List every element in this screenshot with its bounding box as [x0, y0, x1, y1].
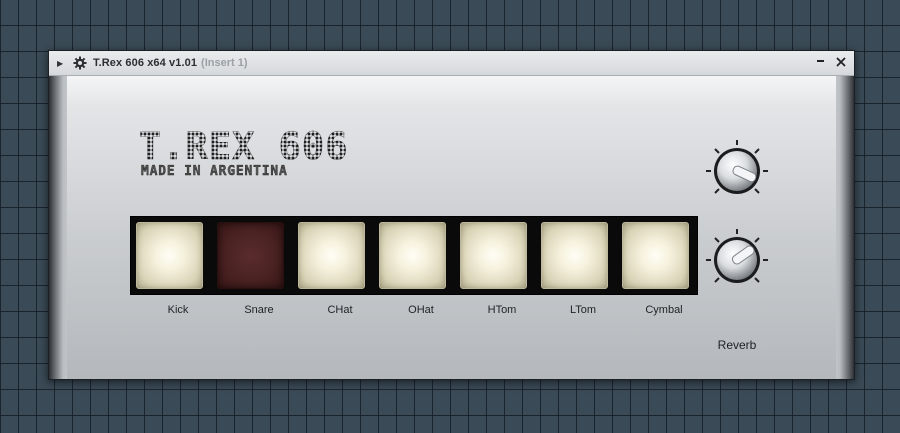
logo-subtitle: MADE IN ARGENTINA: [141, 164, 288, 179]
pad-label-kick: Kick: [167, 304, 189, 316]
plugin-faceplate: T.REX 606 MADE IN ARGENTINA Kick Snare C…: [67, 76, 836, 379]
pad-ohat[interactable]: [379, 222, 446, 289]
pad-cymbal[interactable]: [622, 222, 689, 289]
window-insert-slot: (Insert 1): [201, 57, 248, 69]
pad-snare[interactable]: [217, 222, 284, 289]
pad-label-chat: CHat: [327, 304, 353, 316]
pad-ltom[interactable]: [541, 222, 608, 289]
window-title: T.Rex 606 x64 v1.01: [93, 57, 198, 69]
minimize-icon[interactable]: [814, 53, 828, 69]
pad-label-ohat: OHat: [408, 304, 434, 316]
gear-icon[interactable]: [73, 56, 87, 70]
logo-title: T.REX 606: [139, 125, 349, 168]
pad-chat[interactable]: [298, 222, 365, 289]
menu-arrow-icon[interactable]: ▶: [57, 59, 65, 68]
pad-label-cymbal: Cymbal: [645, 304, 683, 316]
plugin-window: ▶ T.Rex 606 x64 v1.01 (Insert 1) T.REX 6…: [48, 50, 855, 380]
reverb-knob[interactable]: [702, 225, 772, 295]
pad-strip: [130, 216, 698, 295]
pad-label-snare: Snare: [244, 304, 274, 316]
plugin-panel: T.REX 606 MADE IN ARGENTINA Kick Snare C…: [49, 76, 854, 379]
pad-kick[interactable]: [136, 222, 203, 289]
pad-label-ltom: LTom: [569, 304, 597, 316]
pad-label-htom: HTom: [487, 304, 517, 316]
pad-htom[interactable]: [460, 222, 527, 289]
window-titlebar[interactable]: ▶ T.Rex 606 x64 v1.01 (Insert 1): [49, 51, 854, 76]
close-icon[interactable]: [834, 54, 848, 70]
volume-knob[interactable]: [702, 136, 772, 206]
reverb-label: Reverb: [717, 338, 757, 352]
